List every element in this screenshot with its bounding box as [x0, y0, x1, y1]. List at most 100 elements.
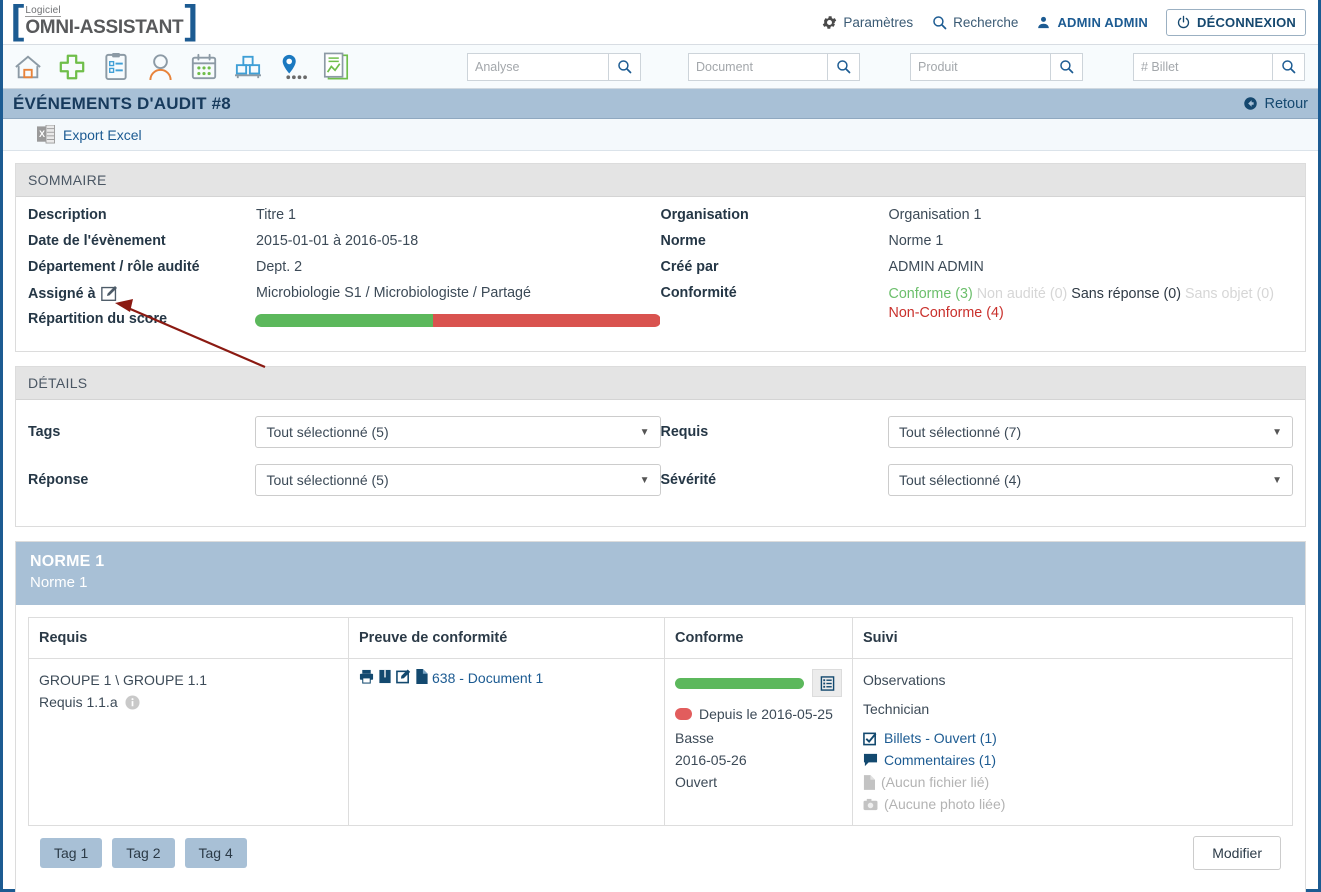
- page-title: ÉVÉNEMENTS D'AUDIT #8: [13, 93, 231, 113]
- modify-button[interactable]: Modifier: [1193, 836, 1281, 870]
- tag-chip-1[interactable]: Tag 1: [40, 838, 103, 868]
- edit-pencil-icon[interactable]: [100, 285, 118, 302]
- document-link[interactable]: 638 - Document 1: [432, 670, 543, 686]
- no-photo-label: (Aucune photo liée): [884, 796, 1006, 812]
- search-button-billet[interactable]: [1272, 52, 1305, 81]
- suivi-observations: Observations: [863, 672, 946, 688]
- calendar-icon[interactable]: [187, 50, 221, 84]
- plus-cross-icon[interactable]: [55, 50, 89, 84]
- chevron-down-icon: ▼: [1272, 426, 1282, 438]
- cell-suivi: Observations Technician Billets - Ouvert…: [852, 658, 1293, 826]
- search-input-billet[interactable]: [1133, 52, 1272, 81]
- summary-label-score: Répartition du score: [28, 311, 168, 327]
- top-header-bar: [ Logiciel OMNI-ASSISTANT ] Paramètres R…: [3, 0, 1318, 45]
- export-excel-button[interactable]: X Export Excel: [37, 125, 142, 144]
- score-bar-conforme: [254, 314, 434, 327]
- severity-label: Basse: [675, 730, 714, 746]
- search-icon: [618, 60, 632, 74]
- summary-field-cree-par: Créé par ADMIN ADMIN: [661, 259, 1294, 278]
- tag-chip-2[interactable]: Tag 2: [112, 838, 175, 868]
- search-input-analyse[interactable]: [467, 52, 608, 81]
- search-input-document[interactable]: [688, 52, 827, 81]
- summary-label-date: Date de l'évènement: [28, 233, 166, 249]
- ticket-check-icon: [863, 732, 877, 745]
- details-field-requis: Requis Tout sélectionné (7) ▼: [660, 416, 1293, 448]
- conformity-conforme: Conforme (3): [888, 286, 973, 302]
- tickets-link[interactable]: Billets - Ouvert (1): [863, 727, 1282, 749]
- summary-panel-title: SOMMAIRE: [16, 164, 1305, 197]
- search-billet-group: [1133, 52, 1305, 81]
- since-row: Depuis le 2016-05-25: [675, 706, 842, 722]
- gear-icon: [823, 15, 837, 29]
- settings-link[interactable]: Paramètres: [821, 14, 913, 31]
- notes-button[interactable]: [812, 669, 842, 697]
- summary-right-column: Organisation Organisation 1 Norme Norme …: [661, 207, 1294, 337]
- tickets-label: Billets - Ouvert (1): [884, 730, 997, 746]
- search-button-document[interactable]: [827, 52, 860, 81]
- no-file-row: (Aucun fichier lié): [863, 771, 1282, 793]
- details-select-requis-value: Tout sélectionné (7): [898, 424, 1022, 440]
- summary-left-column: Description Titre 1 Date de l'évènement …: [28, 207, 661, 337]
- home-icon[interactable]: [11, 50, 45, 84]
- printer-icon[interactable]: [359, 669, 374, 687]
- column-header-conforme: Conforme: [664, 617, 853, 659]
- summary-field-score: Répartition du score: [28, 311, 661, 330]
- report-chart-icon[interactable]: [319, 50, 353, 84]
- excel-file-icon: X: [37, 125, 55, 144]
- pallet-boxes-icon[interactable]: [231, 50, 265, 84]
- details-select-tags[interactable]: Tout sélectionné (5) ▼: [255, 416, 661, 448]
- suivi-technician: Technician: [863, 701, 930, 717]
- chevron-down-icon: ▼: [639, 426, 650, 438]
- search-icon: [837, 60, 851, 74]
- table-row: GROUPE 1 \ GROUPE 1.1 Requis 1.1.a 638 -…: [28, 658, 1293, 826]
- details-label-reponse: Réponse: [28, 472, 89, 488]
- norme-subtitle: Norme 1: [30, 574, 88, 591]
- summary-value-description: Titre 1: [256, 207, 296, 223]
- conformity-non-audite: Non audité (0): [976, 286, 1068, 302]
- details-select-requis[interactable]: Tout sélectionné (7) ▼: [887, 416, 1293, 448]
- summary-panel: SOMMAIRE Description Titre 1 Date de l'é…: [15, 163, 1306, 352]
- logout-button[interactable]: DÉCONNEXION: [1166, 8, 1306, 36]
- back-button[interactable]: Retour: [1243, 96, 1308, 112]
- summary-field-description: Description Titre 1: [28, 207, 661, 226]
- svg-text:X: X: [39, 129, 45, 139]
- details-select-reponse[interactable]: Tout sélectionné (5) ▼: [255, 464, 661, 496]
- score-distribution-bar: [254, 314, 661, 327]
- search-button-analyse[interactable]: [608, 52, 641, 81]
- search-input-produit[interactable]: [910, 52, 1050, 81]
- search-link[interactable]: Recherche: [931, 14, 1018, 31]
- search-analyse-group: [467, 52, 641, 81]
- search-icon: [1060, 60, 1074, 74]
- export-excel-label: Export Excel: [63, 126, 142, 143]
- comments-label: Commentaires (1): [884, 752, 997, 768]
- table-header-row: Requis Preuve de conformité Conforme Sui…: [28, 617, 1293, 659]
- search-button-produit[interactable]: [1050, 52, 1083, 81]
- back-label: Retour: [1264, 95, 1308, 112]
- summary-label-departement: Département / rôle audité: [28, 259, 200, 275]
- details-select-severite[interactable]: Tout sélectionné (4) ▼: [887, 464, 1293, 496]
- info-icon[interactable]: [124, 695, 140, 713]
- comment-bubble-icon: [863, 753, 878, 767]
- conforme-date: 2016-05-26: [675, 752, 747, 768]
- summary-field-departement: Département / rôle audité Dept. 2: [28, 259, 661, 278]
- user-icon[interactable]: [143, 50, 177, 84]
- summary-field-organisation: Organisation Organisation 1: [661, 207, 1294, 226]
- back-arrow-icon: [1244, 97, 1258, 110]
- page-title-bar: ÉVÉNEMENTS D'AUDIT #8 Retour: [3, 89, 1318, 119]
- book-icon[interactable]: [378, 669, 392, 687]
- clipboard-checklist-icon[interactable]: [99, 50, 133, 84]
- norme-panel: NORME 1 Norme 1 Requis Preuve de conform…: [15, 541, 1306, 892]
- edit-check-icon[interactable]: [396, 669, 411, 687]
- details-label-requis: Requis: [660, 424, 709, 440]
- tag-chip-3[interactable]: Tag 4: [184, 838, 247, 868]
- tag-footer-bar: Tag 1 Tag 2 Tag 4 Modifier: [28, 826, 1293, 882]
- list-lines-icon: [820, 675, 834, 691]
- comments-link[interactable]: Commentaires (1): [863, 749, 1282, 771]
- app-logo[interactable]: [ Logiciel OMNI-ASSISTANT ]: [11, 0, 198, 41]
- conforme-status: Ouvert: [675, 774, 718, 790]
- logo-title: OMNI-ASSISTANT: [25, 17, 184, 38]
- current-user[interactable]: ADMIN ADMIN: [1036, 15, 1148, 30]
- norme-title: NORME 1: [30, 553, 105, 570]
- location-pin-icon[interactable]: [275, 50, 309, 84]
- search-produit-group: [910, 52, 1083, 81]
